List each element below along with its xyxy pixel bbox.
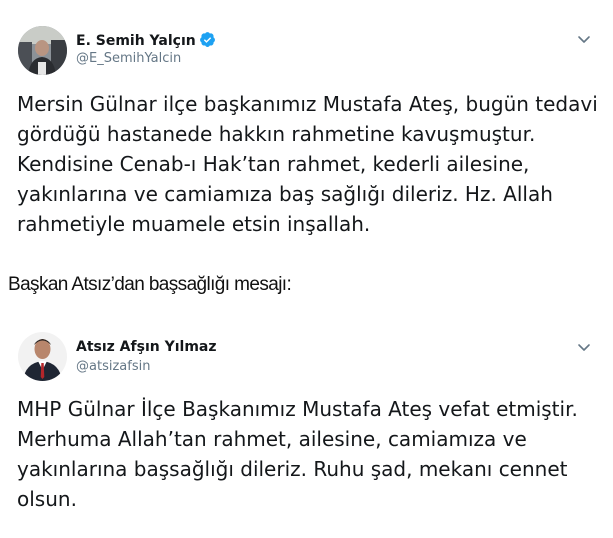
display-name[interactable]: Atsız Afşın Yılmaz	[76, 339, 217, 355]
chevron-down-icon[interactable]	[577, 32, 591, 46]
avatar-photo	[18, 332, 67, 381]
avatar[interactable]	[18, 332, 67, 381]
article-caption: Başkan Atsız’dan başsağlığı mesajı:	[8, 274, 292, 295]
chevron-down-icon[interactable]	[577, 340, 591, 354]
tweet-card-atsiz-afsin-yilmaz: Atsız Afşın Yılmaz @atsizafsin MHP Gülna…	[0, 318, 613, 538]
tweet-text: MHP Gülnar İlçe Başkanımız Mustafa Ateş …	[17, 397, 578, 511]
user-handle[interactable]: @E_SemihYalcin	[76, 51, 181, 66]
tweet-text: Mersin Gülnar ilçe başkanımız Mustafa At…	[17, 92, 598, 236]
avatar-photo	[18, 26, 67, 75]
tweet-card-semih-yalcin: E. Semih Yalçın @E_SemihYalcin Mersin Gü…	[0, 0, 613, 258]
display-name-text: E. Semih Yalçın	[76, 33, 196, 49]
user-handle[interactable]: @atsizafsin	[76, 359, 150, 374]
display-name[interactable]: E. Semih Yalçın	[76, 31, 216, 49]
avatar[interactable]	[18, 26, 67, 75]
verified-badge-icon	[199, 32, 215, 47]
display-name-text: Atsız Afşın Yılmaz	[76, 339, 217, 355]
